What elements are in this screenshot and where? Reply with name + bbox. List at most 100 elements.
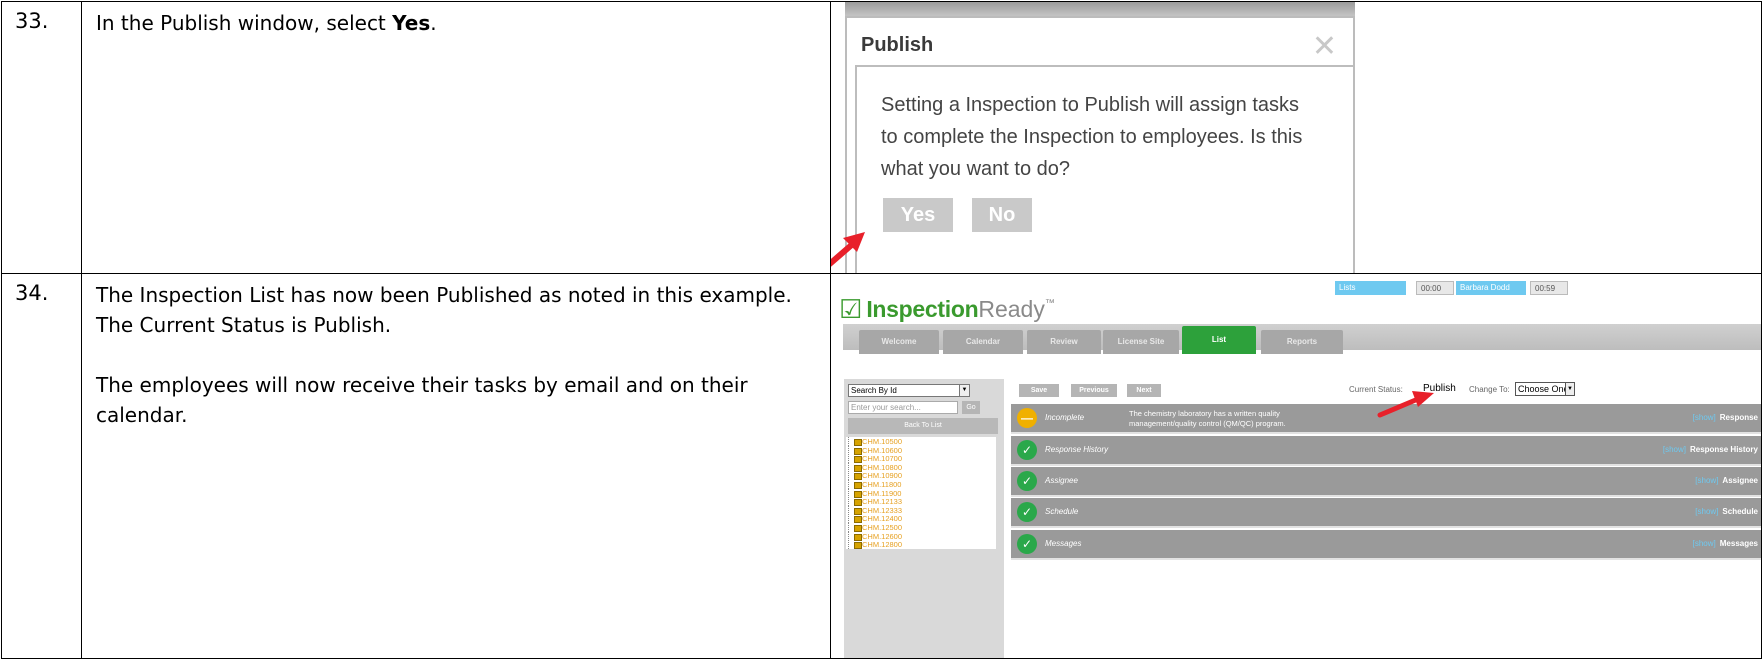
section-toggle[interactable]: [show] Schedule [1695, 507, 1758, 516]
section-label: Response [1719, 413, 1758, 422]
section-row: ✓ Response History [show] Response History [1011, 436, 1761, 464]
search-input[interactable]: Enter your search... [848, 401, 958, 414]
instruction-table: 33. In the Publish window, select Yes. P… [1, 1, 1762, 659]
section-label: Assignee [1722, 476, 1758, 485]
tree-item[interactable]: CHM.11800 [846, 479, 996, 489]
change-to-value: Choose One [1518, 384, 1569, 394]
dialog-message: Setting a Inspection to Publish will ass… [881, 94, 1303, 180]
check-circle-icon: ✓ [1017, 534, 1037, 554]
section-toggle[interactable]: [show] Response [1693, 413, 1758, 422]
row-divider [1011, 464, 1761, 466]
tree-item[interactable]: CHM.10500 [846, 437, 996, 446]
row-divider [1011, 526, 1761, 528]
section-label: Response History [1689, 445, 1758, 454]
tab-list[interactable]: List [1182, 326, 1256, 354]
section-label: Messages [1719, 539, 1758, 548]
warning-circle-icon: — [1017, 408, 1037, 428]
step-text-end: . [430, 11, 437, 35]
chevron-down-icon: ▼ [959, 385, 969, 396]
step-number: 33. [15, 9, 49, 33]
tree-item[interactable]: CHM.12500 [846, 522, 996, 532]
section-name: Messages [1045, 539, 1082, 548]
logo-text: Inspection [866, 295, 979, 322]
section-description: The chemistry laboratory has a written q… [1129, 409, 1286, 428]
check-circle-icon: ✓ [1017, 471, 1037, 491]
search-type-select[interactable]: Search By Id ▼ [848, 384, 970, 397]
logo-text-2: Ready [978, 295, 1045, 322]
row-divider [1011, 495, 1761, 497]
show-link[interactable]: [show] [1695, 507, 1718, 516]
timer-2: 00:59 [1530, 281, 1568, 295]
step-paragraph-1: The Inspection List has now been Publish… [96, 283, 792, 337]
red-arrow-icon [1377, 391, 1434, 418]
back-to-list-button[interactable]: Back To List [848, 418, 998, 434]
step-row-33: 33. In the Publish window, select Yes. P… [1, 1, 1762, 274]
tree-item[interactable]: CHM.10900 [846, 471, 996, 480]
section-toggle[interactable]: [show] Messages [1693, 539, 1758, 548]
tree-item[interactable]: CHM.12600 [846, 531, 996, 540]
change-to-select[interactable]: Choose One ▼ [1515, 382, 1575, 396]
no-button[interactable]: No [972, 198, 1032, 232]
section-toggle[interactable]: [show] Assignee [1695, 476, 1758, 485]
tree-item[interactable]: CHM.12400 [846, 514, 996, 523]
step-text-bold: Yes [392, 11, 431, 35]
step-instruction: In the Publish window, select Yes. [82, 2, 830, 38]
section-toggle[interactable]: [show] Response History [1663, 445, 1758, 454]
section-name: Assignee [1045, 476, 1078, 485]
left-panel: Search By Id ▼ Enter your search... Go Ba… [844, 379, 1004, 658]
publish-dialog: Publish ✕ Setting a Inspection to Publis… [845, 16, 1355, 273]
screenshot-publish-dialog: Publish ✕ Setting a Inspection to Publis… [830, 1, 1762, 274]
tree-item[interactable]: CHM.11900 [846, 488, 996, 497]
item-tree: CHM.10500 CHM.10600 CHM.10700 CHM.10800 CHM.… [846, 437, 996, 549]
section-row: ✓ Messages [show] Messages [1011, 530, 1761, 558]
row-divider [1011, 558, 1761, 560]
show-link[interactable]: [show] [1693, 539, 1716, 548]
window-topbar [845, 2, 1355, 16]
check-circle-icon: ✓ [1017, 440, 1037, 460]
tree-item[interactable]: CHM.10700 [846, 454, 996, 463]
app-logo: ☑ Inspection Ready ™ [839, 294, 1055, 324]
save-button[interactable]: Save [1019, 384, 1059, 397]
step-row-34: 34. The Inspection List has now been Pub… [1, 273, 1762, 659]
section-label: Schedule [1722, 507, 1758, 516]
section-name: Response History [1045, 445, 1109, 454]
tab-welcome[interactable]: Welcome [859, 330, 939, 354]
section-row: ✓ Assignee [show] Assignee [1011, 467, 1761, 495]
close-icon[interactable]: ✕ [1312, 32, 1337, 62]
check-circle-icon: ✓ [1017, 502, 1037, 522]
logo-trademark: ™ [1044, 298, 1055, 309]
show-link[interactable]: [show] [1695, 476, 1718, 485]
step-instruction: The Inspection List has now been Publish… [82, 274, 830, 430]
user-name[interactable]: Barbara Dodd [1456, 281, 1526, 295]
next-button[interactable]: Next [1127, 384, 1161, 397]
show-link[interactable]: [show] [1693, 413, 1716, 422]
dialog-title: Publish [861, 34, 934, 56]
checkbox-icon: ☑ [839, 293, 863, 324]
go-button[interactable]: Go [962, 401, 980, 414]
tab-review[interactable]: Review [1027, 330, 1101, 354]
step-paragraph-2: The employees will now receive their tas… [96, 373, 748, 427]
row-divider [1011, 432, 1761, 434]
step-number: 34. [15, 281, 49, 305]
chevron-down-icon: ▼ [1565, 383, 1574, 395]
previous-button[interactable]: Previous [1071, 384, 1117, 397]
show-link[interactable]: [show] [1663, 445, 1686, 454]
tab-calendar[interactable]: Calendar [943, 330, 1023, 354]
section-row: ✓ Schedule [show] Schedule [1011, 498, 1761, 526]
timer-1: 00:00 [1416, 281, 1454, 295]
tree-item[interactable]: CHM.12133 [846, 497, 996, 506]
section-name: Incomplete [1045, 413, 1085, 422]
red-arrow-icon [831, 232, 865, 267]
step-text: In the Publish window, select [96, 11, 393, 35]
yes-button[interactable]: Yes [883, 198, 953, 232]
tab-license-site[interactable]: License Site [1103, 330, 1179, 354]
change-to-label: Change To: [1469, 385, 1510, 394]
tree-item[interactable]: CHM.10600 [846, 445, 996, 454]
tab-reports[interactable]: Reports [1261, 330, 1343, 354]
lists-box[interactable]: Lists [1335, 281, 1406, 295]
section-name: Schedule [1045, 507, 1079, 516]
tree-item[interactable]: CHM.12333 [846, 505, 996, 515]
search-type-value: Search By Id [851, 386, 897, 395]
tree-item[interactable]: CHM.12800 [846, 540, 996, 549]
tree-item[interactable]: CHM.10800 [846, 462, 996, 472]
